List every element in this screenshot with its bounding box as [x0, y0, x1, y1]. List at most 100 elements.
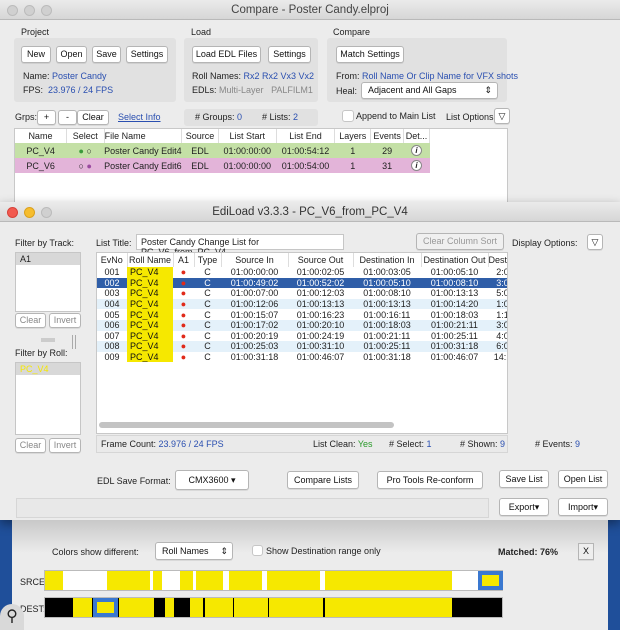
track-invert-button[interactable]: Invert	[49, 313, 81, 328]
group-row[interactable]: PC_V6 ○ ● Poster Candy Edit6 EDL 01:00:00:00…	[15, 158, 430, 173]
minimize-button[interactable]	[24, 207, 35, 218]
close-button[interactable]	[7, 5, 18, 16]
save-button[interactable]: Save	[92, 46, 121, 63]
timeline-segment[interactable]	[45, 571, 63, 590]
timeline-segment[interactable]	[190, 598, 203, 617]
close-button[interactable]	[7, 207, 18, 218]
splitter-handle[interactable]	[41, 338, 55, 342]
column-header[interactable]: Type	[194, 253, 222, 267]
timeline-segment[interactable]	[153, 571, 162, 590]
column-header[interactable]: Source	[181, 129, 219, 143]
column-header[interactable]: Layers	[334, 129, 372, 143]
timeline-segment[interactable]	[107, 571, 150, 590]
open-button[interactable]: Open	[56, 46, 87, 63]
zoom-button[interactable]	[41, 207, 52, 218]
column-header[interactable]: File Name	[104, 129, 183, 143]
timeline-segment[interactable]	[325, 598, 452, 617]
destination-timeline[interactable]	[44, 597, 503, 618]
event-row[interactable]: 008 PC_V4 ● C 01:00:25:03 01:00:31:10 01:00:25…	[97, 341, 507, 352]
selected-dot-icon[interactable]: ●	[79, 146, 84, 156]
selected-dot-icon[interactable]: ●	[86, 161, 91, 171]
zoom-button[interactable]	[41, 5, 52, 16]
edl-format-select[interactable]: CMX3600 ▾	[175, 470, 249, 490]
column-header[interactable]: Source In	[221, 253, 289, 267]
splitter-handle[interactable]	[72, 335, 76, 349]
remove-group-button[interactable]: -	[58, 110, 77, 125]
timeline-segment[interactable]	[325, 571, 452, 590]
timeline-segment[interactable]	[196, 571, 223, 590]
column-header[interactable]: List Start	[218, 129, 277, 143]
compare-lists-button[interactable]: Compare Lists	[287, 471, 359, 489]
column-header[interactable]: Destination In	[353, 253, 422, 267]
horizontal-scrollbar[interactable]	[99, 422, 394, 428]
timeline-segment[interactable]	[119, 598, 154, 617]
roll-invert-button[interactable]: Invert	[49, 438, 81, 453]
track-item[interactable]: A1	[16, 253, 80, 265]
import-button[interactable]: Import▾	[558, 498, 608, 516]
magnifier-icon[interactable]: ⚲	[0, 604, 24, 630]
column-header[interactable]: List End	[276, 129, 336, 143]
timeline-segment[interactable]	[267, 571, 320, 590]
event-row[interactable]: 001 PC_V4 ● C 01:00:00:00 01:00:02:05 01:00:03…	[97, 267, 507, 278]
roll-clear-button[interactable]: Clear	[15, 438, 46, 453]
roll-item[interactable]: PC_V4	[16, 363, 80, 375]
column-header[interactable]: Roll Name	[127, 253, 174, 267]
column-header[interactable]: A1	[173, 253, 195, 267]
column-header[interactable]: Source Out	[288, 253, 354, 267]
column-header[interactable]: Name	[15, 129, 67, 143]
add-group-button[interactable]: +	[37, 110, 56, 125]
pro-tools-reconform-button[interactable]: Pro Tools Re-conform	[377, 471, 483, 489]
track-list[interactable]: A1	[15, 252, 81, 312]
roll-list[interactable]: PC_V4	[15, 362, 81, 435]
timeline-segment[interactable]	[205, 598, 233, 617]
match-settings-button[interactable]: Match Settings	[336, 46, 404, 63]
minimize-button[interactable]	[24, 5, 35, 16]
load-settings-button[interactable]: Settings	[268, 46, 311, 63]
event-row[interactable]: 007 PC_V4 ● C 01:00:20:19 01:00:24:19 01:00:21…	[97, 330, 507, 342]
event-row[interactable]: 004 PC_V4 ● C 01:00:12:06 01:00:13:13 01:00:13…	[97, 298, 507, 310]
event-row[interactable]: 009 PC_V4 ● C 01:00:31:18 01:00:46:07 01:00:31…	[97, 351, 507, 363]
info-icon[interactable]: i	[404, 158, 430, 173]
close-timeline-button[interactable]: X	[578, 543, 594, 560]
unselected-dot-icon[interactable]: ○	[86, 146, 91, 156]
event-row[interactable]: 005 PC_V4 ● C 01:00:15:07 01:00:16:23 01:00:16…	[97, 309, 507, 320]
unselected-dot-icon[interactable]: ○	[79, 161, 84, 171]
column-header[interactable]: EvNo	[97, 253, 128, 267]
event-row[interactable]: 002 PC_V4 ● C 01:00:49:02 01:00:52:02 01:00:05…	[97, 277, 507, 289]
timeline-segment[interactable]	[269, 598, 323, 617]
column-header[interactable]: Det...	[403, 129, 430, 143]
clear-groups-button[interactable]: Clear	[77, 110, 109, 125]
column-header[interactable]: Events	[370, 129, 405, 143]
show-dest-checkbox[interactable]	[252, 545, 263, 556]
list-title-input[interactable]: Poster Candy Change List for PC_V6_from_…	[136, 234, 344, 257]
timeline-segment[interactable]	[229, 571, 262, 590]
column-header[interactable]: Destination Out	[421, 253, 489, 267]
timeline-segment[interactable]	[180, 571, 193, 590]
list-options-triangle-icon[interactable]: ▽	[494, 108, 510, 124]
load-edl-files-button[interactable]: Load EDL Files	[192, 46, 261, 63]
selected-segment[interactable]	[478, 571, 503, 590]
select-info-link[interactable]: Select Info	[118, 112, 161, 122]
event-row[interactable]: 003 PC_V4 ● C 01:00:07:00 01:00:12:03 01:00:08…	[97, 288, 507, 299]
clear-column-sort-button[interactable]: Clear Column Sort	[416, 233, 504, 250]
export-button[interactable]: Export▾	[499, 498, 549, 516]
timeline-segment[interactable]	[234, 598, 268, 617]
event-row[interactable]: 006 PC_V4 ● C 01:00:17:02 01:00:20:10 01:00:18…	[97, 319, 507, 331]
info-icon[interactable]: i	[404, 143, 430, 158]
selected-segment[interactable]	[93, 598, 118, 617]
timeline-segment[interactable]	[165, 598, 174, 617]
colors-select[interactable]: Roll Names ⇕	[155, 542, 233, 560]
project-settings-button[interactable]: Settings	[126, 46, 168, 63]
track-clear-button[interactable]: Clear	[15, 313, 46, 328]
save-list-button[interactable]: Save List	[499, 470, 549, 488]
source-timeline[interactable]	[44, 570, 503, 591]
column-header[interactable]: Dest Dur	[488, 253, 507, 267]
timeline-segment[interactable]	[73, 598, 92, 617]
new-button[interactable]: New	[21, 46, 51, 63]
group-row[interactable]: PC_V4 ● ○ Poster Candy Edit4 EDL 01:00:00:00…	[15, 143, 430, 158]
column-header[interactable]: Select	[66, 129, 105, 143]
append-checkbox[interactable]	[342, 110, 354, 122]
heal-select[interactable]: Adjacent and All Gaps ⇕	[361, 82, 498, 99]
display-options-triangle-icon[interactable]: ▽	[587, 234, 603, 250]
open-list-button[interactable]: Open List	[558, 470, 608, 488]
